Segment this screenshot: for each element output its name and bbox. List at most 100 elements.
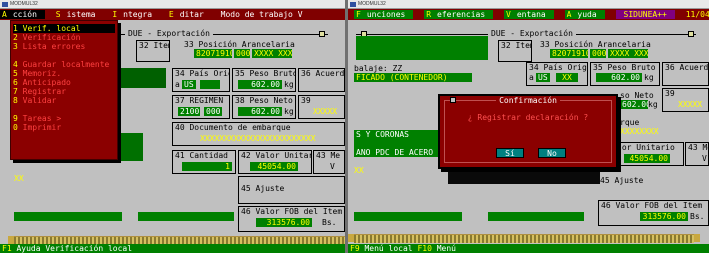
window-title: MODMUL32 (10, 1, 38, 7)
menu-item-imprimir[interactable]: 0 Imprimir (13, 123, 115, 132)
field-34-a: a (175, 80, 180, 89)
field-37-value[interactable]: 2100 (178, 107, 200, 116)
menu-item-tareas[interactable]: 9 Tareas > (13, 114, 115, 123)
field-43-v: V (702, 154, 707, 163)
embalaje-label: balaje: ZZ (354, 64, 403, 73)
field-39-value[interactable]: XXXXX (313, 107, 337, 116)
field-35-unit: kg (644, 73, 654, 82)
menu-item-registrar[interactable]: 7 Registrar (13, 87, 115, 96)
menu-item-guardar-localmente[interactable]: 4 Guardar localmente (13, 60, 115, 69)
field-38-label: so Neto (620, 91, 654, 100)
field-38-unit: kg (648, 100, 658, 109)
scroll-right-arrow[interactable] (694, 234, 700, 242)
menu-item-verificacion[interactable]: 2 Verificación (13, 33, 115, 42)
field-35-unit: kg (284, 80, 294, 89)
scroll-left-arrow[interactable] (348, 234, 354, 242)
menu-item-lista-errores[interactable]: 3 Lista errores (13, 42, 115, 51)
field-34-a: a (529, 73, 534, 82)
accion-dropdown-menu: 1 Verif. local 2 Verificación 3 Lista er… (10, 20, 118, 160)
field-34-value[interactable]: US (536, 73, 550, 82)
menu-item-validar[interactable]: 8 Validar (13, 96, 115, 105)
right-menubar: Funciones Referencias Ventana Ayuda SIDU… (348, 9, 709, 20)
field-32-item: 32 Item (136, 40, 170, 62)
field-35-value[interactable]: 602.00 (596, 73, 642, 82)
field-40-value[interactable]: XXXXXXXXXXXXXXXXXXXXXXXX (200, 134, 316, 143)
frame-title: DUE - Exportación (488, 29, 576, 38)
menu-datetime: 11/04/2018 17:31:1 (685, 10, 709, 19)
field-xx: XX (354, 166, 364, 175)
dialog-shadow-block (448, 170, 600, 184)
menu-accion[interactable]: Acción (0, 10, 45, 19)
frame-corner-right[interactable] (688, 31, 694, 37)
dialog-frame (444, 100, 612, 163)
field-39-value[interactable]: XXXXX (678, 100, 702, 109)
field-46-unit: Bs. (322, 218, 337, 227)
field-46-value[interactable]: 313576.00 (256, 218, 312, 227)
field-34-value[interactable]: US (182, 80, 196, 89)
menu-integra[interactable]: Integra (112, 10, 158, 19)
menu-ayuda[interactable]: Ayuda (564, 10, 605, 19)
left-titlebar: MODMUL32 (0, 0, 345, 9)
field-43-v: V (330, 162, 335, 171)
menu-separator (13, 51, 115, 60)
green-top-left (356, 36, 488, 60)
right-titlebar: MODMUL32 (348, 0, 709, 9)
menu-sistema[interactable]: Sistema (56, 10, 102, 19)
field-38-value[interactable]: 602.00 (238, 107, 282, 116)
menu-item-verif-local[interactable]: 1 Verif. local (13, 24, 115, 33)
frame-title: DUE - Exportación (125, 29, 213, 38)
field-36-acuerdo: 36 Acuerd (298, 68, 345, 92)
menu-funciones[interactable]: Funciones (354, 10, 414, 19)
desc-acero[interactable]: ANO PDC DE ACERO (354, 148, 444, 157)
menu-item-memoriz[interactable]: 5 Memoriz. (13, 69, 115, 78)
menu-sidunea: SIDUNEA++ (615, 10, 675, 19)
field-36-acuerdo: 36 Acuerd (662, 62, 709, 86)
field-40-value[interactable]: XXXXXXXX (620, 127, 659, 136)
field-xx: XX (14, 174, 24, 183)
field-38-value[interactable]: 602.00 (620, 100, 648, 109)
field-33-ext1[interactable]: 000 (234, 49, 250, 58)
field-46-value[interactable]: 313576.00 (640, 212, 688, 221)
horizontal-scrollbar[interactable] (354, 234, 694, 243)
field-33-ext2[interactable]: XXXX XXXX (608, 49, 648, 58)
field-32-item: 32 Item (498, 40, 532, 62)
menu-referencias[interactable]: Referencias (424, 10, 494, 19)
field-37-ext[interactable]: 000 (204, 107, 222, 116)
confirm-dialog: Confirmación ¿ Registrar declaración ? S… (438, 94, 618, 169)
green-bar-bottom-1 (14, 212, 122, 221)
scroll-left-arrow[interactable] (8, 236, 14, 244)
right-statusbar: F9 Menú local F10 Menú (348, 244, 709, 253)
field-34-ext[interactable]: XX (556, 73, 578, 82)
window-title: MODMUL32 (358, 1, 386, 7)
green-bar-bottom-2 (138, 212, 234, 221)
field-42-value[interactable]: 45054.00 (624, 154, 670, 163)
desc-coronas[interactable]: S Y CORONAS (354, 130, 444, 139)
embalaje-value[interactable]: FICADO (CONTENEDOR) (354, 73, 472, 82)
green-desc-block (354, 139, 444, 148)
field-33-value[interactable]: 82071910 (194, 49, 232, 58)
dialog-title: Confirmación (440, 96, 616, 105)
no-button[interactable]: No (538, 148, 566, 158)
dialog-close-box[interactable] (450, 97, 456, 103)
left-window: MODMUL32 Acción Sistema Integra Editar M… (0, 0, 345, 253)
field-33-value[interactable]: 82071910 (550, 49, 588, 58)
green-bar-bottom-2 (488, 212, 584, 221)
field-42-value[interactable]: 45054.00 (250, 162, 298, 171)
field-40-label: rque (620, 118, 640, 127)
field-33-ext2[interactable]: XXXX XXXX (252, 49, 292, 58)
yes-button[interactable]: Sí (496, 148, 524, 158)
field-35-value[interactable]: 602.00 (238, 80, 282, 89)
field-45-label: 45 Ajuste (600, 176, 644, 185)
menu-item-anticipado[interactable]: 6 Anticipado (13, 78, 115, 87)
app-icon (2, 2, 8, 7)
field-34-ext[interactable] (200, 80, 220, 89)
frame-corner-right[interactable] (319, 31, 325, 37)
field-41-value[interactable]: 1 (182, 162, 232, 171)
menu-editar[interactable]: Editar (169, 10, 210, 19)
app-icon (350, 2, 356, 7)
field-33-label: 33 Posición Arancelaria (184, 40, 295, 49)
field-33-ext1[interactable]: 000 (590, 49, 606, 58)
menu-ventana[interactable]: Ventana (504, 10, 554, 19)
field-38-unit: kg (284, 107, 294, 116)
menu-modo-trabajo[interactable]: Modo de trabajo V (221, 10, 309, 19)
